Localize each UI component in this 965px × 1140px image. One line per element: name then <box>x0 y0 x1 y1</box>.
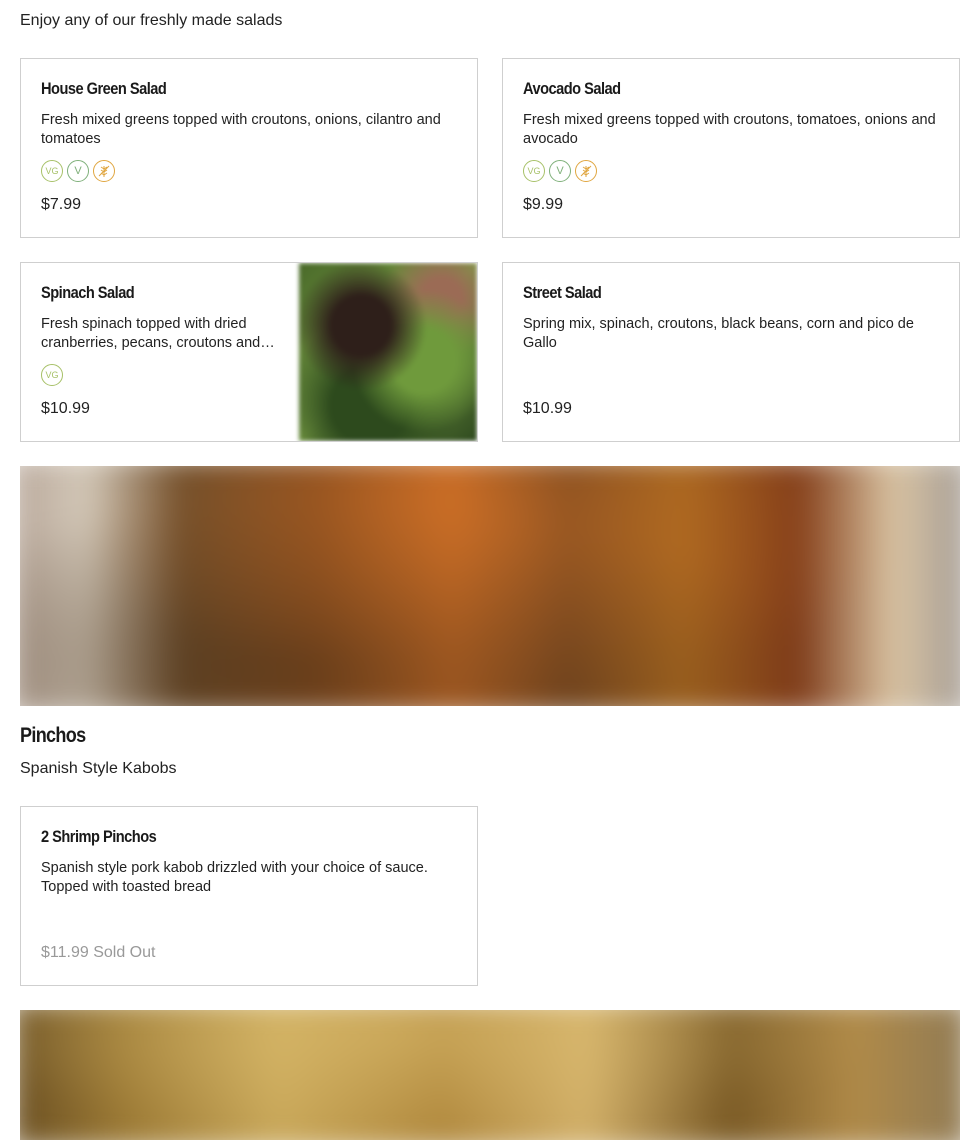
pinchos-section-description: Spanish Style Kabobs <box>20 760 177 777</box>
section-title: Pinchos <box>20 724 86 747</box>
menu-item-card[interactable]: Street Salad Spring mix, spinach, crouto… <box>502 262 960 442</box>
menu-item-price: $10.99 <box>41 400 90 417</box>
vegan-badge-icon: VG <box>41 364 63 386</box>
gluten-free-icon <box>575 160 597 182</box>
dietary-badges: VG V <box>523 160 597 182</box>
menu-item-price: $9.99 <box>523 196 564 213</box>
menu-item-price: $7.99 <box>41 196 82 213</box>
menu-item-description: Spanish style pork kabob drizzled with y… <box>41 860 428 895</box>
vegetarian-badge-icon: V <box>549 160 571 182</box>
salads-section-description: Enjoy any of our freshly made salads <box>20 12 283 29</box>
gluten-free-icon <box>93 160 115 182</box>
menu-item-card[interactable]: Avocado Salad Fresh mixed greens topped … <box>502 58 960 238</box>
price-value: $11.99 <box>41 944 89 961</box>
menu-item-price: $11.99 Sold Out <box>41 944 155 962</box>
menu-item-card[interactable]: Spinach Salad Fresh spinach topped with … <box>20 262 478 442</box>
vegan-badge-icon: VG <box>41 160 63 182</box>
vegetarian-badge-icon: V <box>67 160 89 182</box>
menu-item-description: Fresh mixed greens topped with croutons,… <box>523 112 936 147</box>
pinchos-banner-image <box>20 466 960 706</box>
menu-item-price: $10.99 <box>523 400 572 417</box>
menu-item-photo <box>299 263 477 441</box>
menu-item-card[interactable]: 2 Shrimp Pinchos Spanish style pork kabo… <box>20 806 478 986</box>
menu-item-name: Spinach Salad <box>41 283 135 302</box>
dietary-badges: VG <box>41 364 63 386</box>
vegan-badge-icon: VG <box>523 160 545 182</box>
next-section-banner-image <box>20 1010 960 1140</box>
menu-item-name: House Green Salad <box>41 79 167 98</box>
menu-page: Enjoy any of our freshly made salads Hou… <box>0 0 965 1140</box>
menu-item-description: Spring mix, spinach, croutons, black bea… <box>523 316 914 351</box>
menu-item-name: 2 Shrimp Pinchos <box>41 827 157 846</box>
sold-out-label: Sold Out <box>93 944 156 961</box>
menu-item-name: Avocado Salad <box>523 79 621 98</box>
menu-item-card[interactable]: House Green Salad Fresh mixed greens top… <box>20 58 478 238</box>
menu-item-name: Street Salad <box>523 283 602 302</box>
dietary-badges: VG V <box>41 160 115 182</box>
menu-item-description: Fresh spinach topped with dried cranberr… <box>41 316 275 351</box>
menu-item-description: Fresh mixed greens topped with croutons,… <box>41 112 441 147</box>
